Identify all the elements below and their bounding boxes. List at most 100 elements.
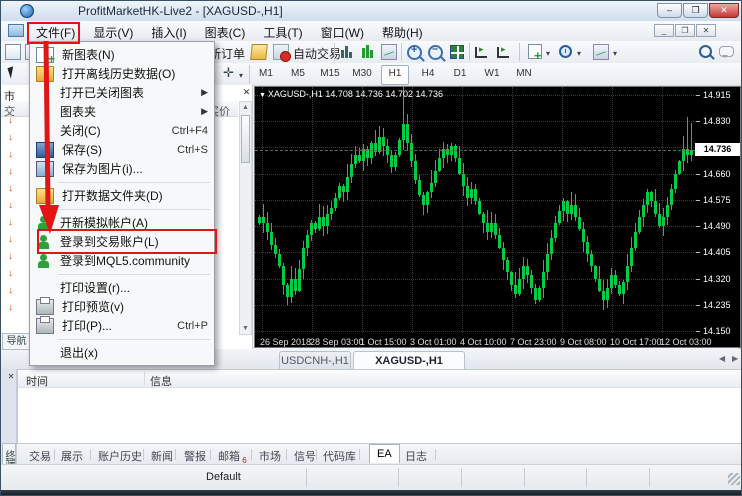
mdi-close-button[interactable]: ✕ (696, 24, 716, 37)
window-title: ProfitMarketHK-Live2 - [XAGUSD-,H1] (78, 4, 283, 18)
menubar-item-I[interactable]: 插入(I) (142, 21, 195, 41)
window-close-button[interactable]: ✕ (709, 3, 739, 18)
terminal-tab-EA[interactable]: EA (369, 444, 400, 463)
chart-tab-USDCNHH1[interactable]: USDCNH-,H1 (279, 351, 351, 369)
terminal-tab-警报[interactable]: 警报 (184, 448, 206, 464)
timeframe-W1[interactable]: W1 (479, 65, 505, 84)
file-menu-item-P[interactable]: 打印(P)...Ctrl+P (30, 316, 214, 335)
templates-caret-icon[interactable]: ▾ (613, 49, 617, 58)
indicators-caret-icon[interactable]: ▾ (546, 49, 550, 58)
folder-icon (36, 188, 54, 204)
cursor-icon[interactable] (7, 66, 16, 78)
current-price-box: 14.736 (695, 143, 740, 156)
envelope-icon[interactable] (250, 44, 268, 60)
bar-chart-icon[interactable] (339, 44, 355, 60)
window-maximize-button[interactable]: ❐ (683, 3, 708, 18)
timeframe-H4[interactable]: H4 (415, 65, 441, 84)
file-menu-item-r[interactable]: 打印设置(r)... (30, 278, 214, 297)
terminal-tab-日志[interactable]: 日志 (405, 448, 427, 464)
timeframe-M5[interactable]: M5 (285, 65, 311, 84)
tab-scroll-right-icon[interactable]: ▶ (732, 354, 738, 363)
templates-icon[interactable] (593, 44, 609, 60)
chart-collapse-icon[interactable]: ▼ (259, 92, 268, 99)
indicators-add-icon[interactable] (528, 44, 542, 59)
tab-divider (286, 449, 287, 460)
menu-shortcut: Ctrl+S (177, 144, 208, 156)
file-menu-item-[interactable]: 打开已关闭图表▶ (30, 83, 214, 102)
navigator-side-tab[interactable]: 导航 (2, 333, 31, 350)
zoom-in-icon[interactable] (407, 45, 422, 60)
terminal-tab-账户历史[interactable]: 账户历史 (98, 448, 142, 464)
price-tick-label: 14.575 (703, 195, 731, 205)
terminal-tab-展示[interactable]: 展示 (61, 448, 83, 464)
periods-caret-icon[interactable]: ▾ (577, 49, 581, 58)
file-menu-item-A[interactable]: 开新模拟帐户(A) (30, 213, 214, 232)
tab-scroll-left-icon[interactable]: ◀ (719, 354, 725, 363)
menubar-item-F[interactable]: 文件(F) (27, 21, 84, 41)
shapes-caret-icon[interactable]: ▾ (239, 71, 243, 80)
search-icon[interactable] (699, 45, 712, 58)
file-menu-item-L[interactable]: 登录到交易账户(L) (30, 232, 214, 251)
menubar-item-T[interactable]: 工具(T) (254, 21, 311, 41)
menubar-item-C[interactable]: 图表(C) (196, 21, 255, 41)
file-menu-item-D[interactable]: 打开数据文件夹(D) (30, 186, 214, 205)
terminal-close-icon[interactable]: ✕ (6, 372, 16, 382)
line-chart-icon[interactable] (381, 44, 397, 60)
file-menu-item-i[interactable]: 保存为图片(i)... (30, 159, 214, 178)
timeframe-M30[interactable]: M30 (349, 65, 375, 84)
candlestick-chart-icon[interactable] (360, 44, 376, 60)
market-watch-scrollbar[interactable]: ▲ ▼ (239, 101, 252, 335)
timeframe-M1[interactable]: M1 (253, 65, 279, 84)
timeframe-D1[interactable]: D1 (447, 65, 473, 84)
file-menu-item-N[interactable]: 新图表(N) (30, 45, 214, 64)
mdi-restore-button[interactable]: ❐ (675, 24, 695, 37)
mdi-minimize-button[interactable]: _ (654, 24, 674, 37)
terminal-tab-新闻[interactable]: 新闻 (151, 448, 173, 464)
window-minimize-button[interactable]: – (657, 3, 682, 18)
chat-icon[interactable] (719, 46, 734, 57)
timeframe-M15[interactable]: M15 (317, 65, 343, 84)
chart-shift-icon[interactable] (475, 47, 487, 58)
timeframe-H1[interactable]: H1 (381, 65, 409, 85)
scroll-thumb[interactable] (241, 115, 250, 163)
file-menu-item-x[interactable]: 退出(x) (30, 343, 214, 362)
price-tick-label: 14.150 (703, 326, 731, 336)
chart-tab-XAGUSDH1[interactable]: XAGUSD-,H1 (353, 351, 465, 369)
status-divider (461, 468, 462, 487)
menu-item-label: 新图表(N) (62, 46, 208, 63)
menubar-item-H[interactable]: 帮助(H) (373, 21, 432, 41)
file-menu-item-[interactable]: 图表夹▶ (30, 102, 214, 121)
file-menu-item-C[interactable]: 关闭(C)Ctrl+F4 (30, 121, 214, 140)
chart-autoscroll-icon[interactable] (497, 47, 509, 58)
tile-windows-icon[interactable] (450, 45, 464, 59)
periods-clock-icon[interactable] (559, 45, 572, 58)
terminal-tab-市场[interactable]: 市场 (259, 448, 281, 464)
symbol-tick-down-icon: ↓ (8, 251, 19, 262)
menu-separator (30, 205, 214, 213)
terminal-tab-交易[interactable]: 交易 (29, 448, 51, 464)
time-axis-label: 10 Oct 17:00 (610, 337, 662, 347)
blank-icon (36, 105, 52, 119)
terminal-tab-信号[interactable]: 信号 (294, 448, 316, 464)
price-tick-dash (696, 279, 700, 280)
new-chart-icon[interactable] (5, 44, 21, 60)
mdi-child-icon[interactable] (8, 24, 24, 37)
scroll-down-icon[interactable]: ▼ (241, 325, 250, 332)
market-watch-close-icon[interactable]: ✕ (241, 87, 252, 98)
shapes-icon[interactable]: ✛ (223, 65, 234, 81)
menubar-item-V[interactable]: 显示(V) (84, 21, 142, 41)
menubar-item-W[interactable]: 窗口(W) (312, 21, 373, 41)
file-menu-item-S[interactable]: 保存(S)Ctrl+S (30, 140, 214, 159)
status-divider (306, 468, 307, 487)
timeframe-MN[interactable]: MN (511, 65, 537, 84)
terminal-tab-邮箱[interactable]: 邮箱 6 (218, 448, 247, 465)
file-menu-item-MQL5community[interactable]: 登录到MQL5.community (30, 251, 214, 270)
file-menu-item-O[interactable]: 打开离线历史数据(O) (30, 64, 214, 83)
terminal-tab-代码库[interactable]: 代码库 (323, 448, 356, 464)
autotrade-icon[interactable] (273, 44, 289, 60)
chart-window: ▼ XAGUSD-,H1 14.708 14.736 14.702 14.736… (254, 86, 741, 348)
resize-grip[interactable] (728, 473, 740, 485)
file-menu-item-v[interactable]: 打印预览(v) (30, 297, 214, 316)
zoom-out-icon[interactable] (428, 45, 443, 60)
scroll-up-icon[interactable]: ▲ (241, 104, 250, 111)
